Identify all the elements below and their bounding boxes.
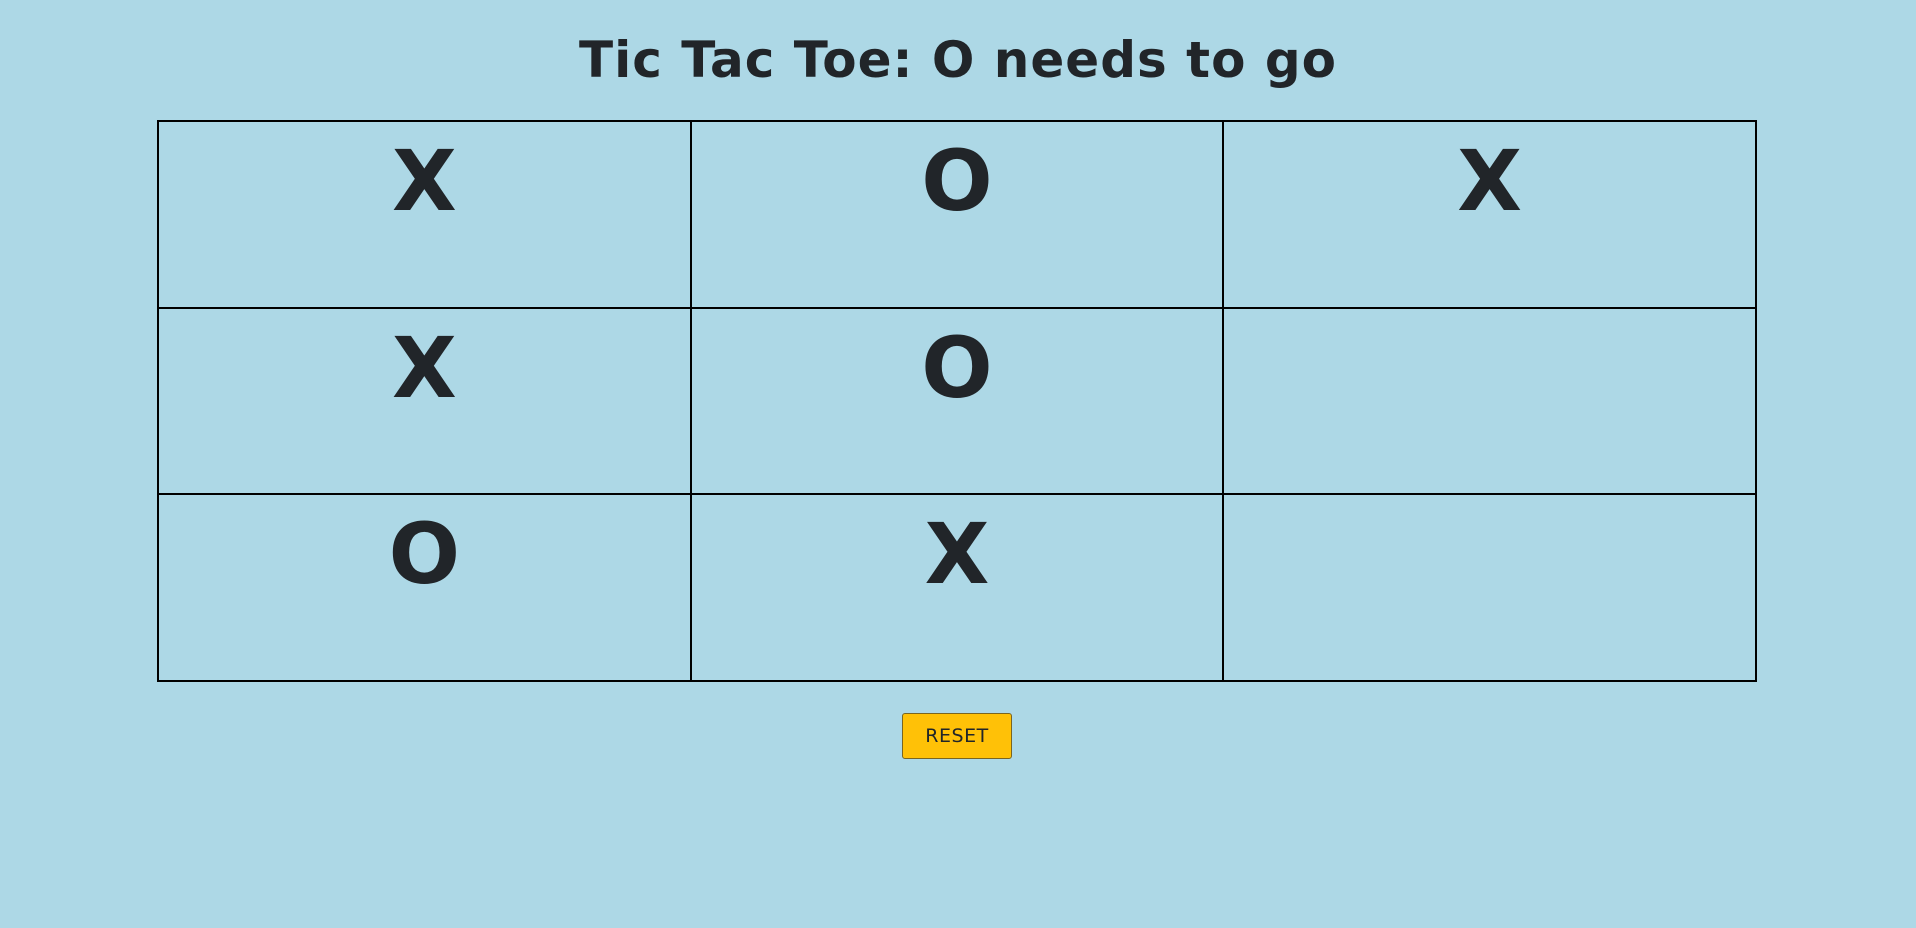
board-cell-r2-c2[interactable]: O: [690, 307, 1224, 495]
board-cell-r3-c2[interactable]: X: [690, 494, 1224, 681]
cell-mark: O: [921, 132, 993, 230]
board-cell-r1-c1[interactable]: X: [158, 121, 691, 308]
board-cell-r2-c3[interactable]: [1223, 307, 1756, 495]
board-cell-r3-c3[interactable]: [1223, 494, 1756, 681]
game-status-title: Tic Tac Toe: O needs to go: [579, 31, 1337, 89]
game-board: X O X X O O X: [157, 120, 1757, 682]
cell-mark: X: [391, 132, 457, 230]
cell-mark: O: [388, 505, 461, 604]
board-cell-r1-c3[interactable]: X: [1223, 121, 1756, 308]
board-cell-r2-c1[interactable]: X: [158, 307, 691, 495]
cell-mark: O: [921, 318, 993, 417]
board-cell-r3-c1[interactable]: O: [158, 494, 691, 681]
cell-mark: X: [924, 505, 990, 604]
cell-mark: X: [391, 318, 457, 417]
board-cell-r1-c2[interactable]: O: [690, 121, 1224, 308]
cell-mark: X: [1457, 132, 1523, 230]
reset-button[interactable]: RESET: [902, 713, 1012, 759]
